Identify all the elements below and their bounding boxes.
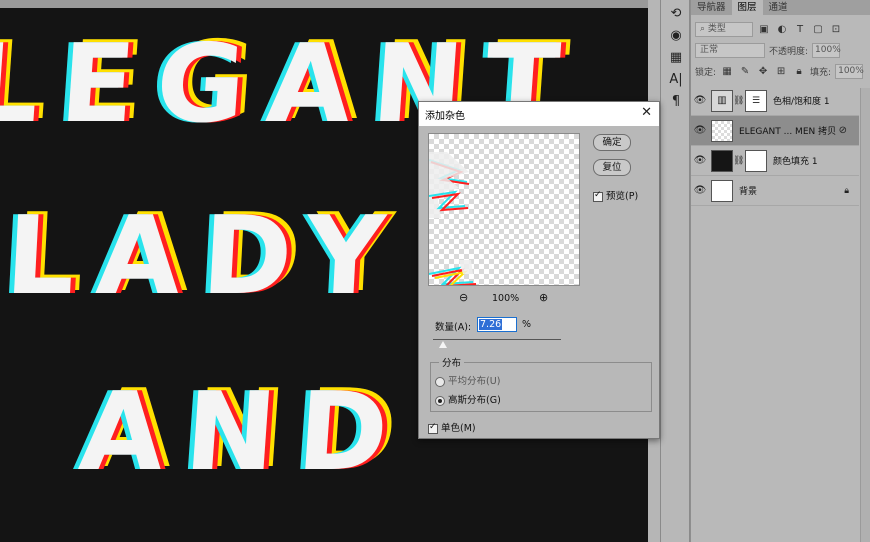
- paragraph-icon[interactable]: ¶: [661, 90, 691, 112]
- background-thumbnail: [711, 179, 733, 202]
- zoom-level: 100%: [492, 293, 520, 304]
- layers-scrollbar[interactable]: [860, 88, 870, 542]
- visibility-eye-icon[interactable]: 👁︎: [691, 185, 709, 196]
- smart-object-thumbnail: [711, 119, 733, 142]
- blend-mode-select[interactable]: 正常: [695, 43, 765, 58]
- adjustment-thumbnail: ▥: [711, 89, 733, 112]
- lock-icon: 🔒︎: [844, 185, 849, 196]
- mono-label: 单色(M): [441, 423, 476, 434]
- tab-layers[interactable]: 图层: [731, 0, 763, 15]
- add-noise-dialog: 添加杂色 ✕ 确定 复位 预览(P) ⊖ 100% ⊕ 数量(A): 7.26 …: [418, 101, 660, 439]
- zoom-out-icon[interactable]: ⊖: [459, 291, 468, 304]
- amount-slider-thumb[interactable]: [439, 341, 447, 348]
- preview-area[interactable]: [428, 133, 580, 286]
- ok-button[interactable]: 确定: [593, 134, 631, 151]
- lock-pixels-icon[interactable]: ✎: [738, 65, 752, 79]
- fill-thumbnail: [711, 149, 733, 172]
- history-icon[interactable]: ⟲: [661, 2, 691, 24]
- canvas-word-and: AND: [75, 370, 414, 495]
- opacity-input[interactable]: 100%: [812, 43, 841, 58]
- fill-label: 填充:: [810, 68, 832, 78]
- uniform-radio[interactable]: [435, 376, 445, 387]
- smart-filter-icon: ⊘: [838, 125, 847, 136]
- filter-shape-icon[interactable]: ▢: [811, 23, 825, 37]
- tab-navigator[interactable]: 导航器: [691, 0, 732, 15]
- layer-name: 颜色填充 1: [773, 157, 818, 167]
- preview-checkbox-label: 预览(P): [606, 191, 639, 202]
- dialog-title-bar[interactable]: 添加杂色: [419, 102, 659, 126]
- amount-label: 数量(A):: [435, 322, 472, 333]
- preview-checkbox-row[interactable]: 预览(P): [593, 188, 638, 202]
- panel-tabs: 导航器 图层 通道: [691, 0, 870, 15]
- filter-smart-icon[interactable]: ⊡: [829, 23, 843, 37]
- search-icon: ⌕: [700, 24, 706, 34]
- amount-value: 7.26: [479, 319, 503, 330]
- tab-channels[interactable]: 通道: [763, 0, 794, 15]
- gaussian-option[interactable]: 高斯分布(G): [435, 392, 501, 406]
- canvas-word-lady: LADY: [2, 194, 410, 319]
- uniform-label: 平均分布(U): [448, 376, 501, 387]
- close-icon[interactable]: ✕: [641, 105, 652, 120]
- filter-kind-select[interactable]: ⌕ 类型: [695, 22, 753, 37]
- layer-filter-row: ⌕ 类型 ▣ ◐ T ▢ ⊡: [691, 19, 870, 40]
- mask-thumbnail: [745, 149, 767, 172]
- visibility-eye-icon[interactable]: 👁︎: [691, 125, 709, 136]
- lock-artboard-icon[interactable]: ⊞: [774, 65, 788, 79]
- uniform-option[interactable]: 平均分布(U): [435, 373, 500, 387]
- panel-icon-strip: ⟲ ◉ ▦ A| ¶: [660, 0, 690, 542]
- filter-type-icon[interactable]: T: [793, 23, 807, 37]
- layer-name: 色相/饱和度 1: [773, 97, 830, 107]
- amount-unit: %: [522, 319, 532, 330]
- character-icon[interactable]: A|: [661, 68, 691, 90]
- lock-label: 锁定:: [695, 68, 717, 78]
- mono-checkbox[interactable]: [428, 422, 438, 434]
- layer-hue-saturation[interactable]: 👁︎ ▥ ⛓︎ ☰ 色相/饱和度 1: [691, 86, 859, 116]
- layer-name: ELEGANT ... MEN 拷贝: [739, 127, 837, 137]
- visibility-eye-icon[interactable]: 👁︎: [691, 95, 709, 106]
- filter-pixel-icon[interactable]: ▣: [757, 23, 771, 37]
- filter-adjustment-icon[interactable]: ◐: [775, 23, 789, 37]
- lock-row: 锁定: ▦ ✎ ✥ ⊞ 🔒︎ 填充: 100%: [691, 61, 870, 82]
- lock-position-icon[interactable]: ✥: [756, 65, 770, 79]
- distribution-label: 分布: [439, 355, 465, 369]
- amount-input[interactable]: 7.26: [477, 317, 517, 332]
- zoom-in-icon[interactable]: ⊕: [539, 291, 548, 304]
- fill-input[interactable]: 100%: [835, 64, 864, 79]
- visibility-eye-icon[interactable]: 👁︎: [691, 155, 709, 166]
- filter-kind-label: 类型: [707, 24, 726, 34]
- blend-row: 正常 不透明度: 100%: [691, 40, 870, 61]
- layer-color-fill[interactable]: 👁︎ ⛓︎ 颜色填充 1: [691, 146, 859, 176]
- preview-glitch-art: [429, 152, 477, 285]
- reset-button[interactable]: 复位: [593, 159, 631, 176]
- opacity-label: 不透明度:: [769, 47, 809, 57]
- preview-checkbox[interactable]: [593, 190, 603, 202]
- layer-elegant-copy[interactable]: 👁︎ ELEGANT ... MEN 拷贝 ⊘: [691, 116, 859, 146]
- layers-panel: 导航器 图层 通道 ⌕ 类型 ▣ ◐ T ▢ ⊡ 正常 不透明度: 100% 锁…: [691, 0, 870, 542]
- gaussian-radio[interactable]: [435, 395, 445, 406]
- dialog-title: 添加杂色: [425, 110, 465, 122]
- mask-thumbnail: ☰: [745, 89, 767, 112]
- mono-option[interactable]: 单色(M): [428, 420, 476, 434]
- lock-all-icon[interactable]: 🔒︎: [792, 65, 806, 79]
- color-icon[interactable]: ◉: [661, 24, 691, 46]
- mask-link-icon[interactable]: ⛓︎: [733, 156, 744, 166]
- mask-link-icon[interactable]: ⛓︎: [733, 96, 744, 106]
- amount-slider-track[interactable]: [433, 339, 561, 340]
- gaussian-label: 高斯分布(G): [448, 395, 501, 406]
- lock-transparent-icon[interactable]: ▦: [720, 65, 734, 79]
- layer-name: 背景: [739, 187, 758, 197]
- swatches-icon[interactable]: ▦: [661, 46, 691, 68]
- layer-background[interactable]: 👁︎ 背景 🔒︎: [691, 176, 859, 206]
